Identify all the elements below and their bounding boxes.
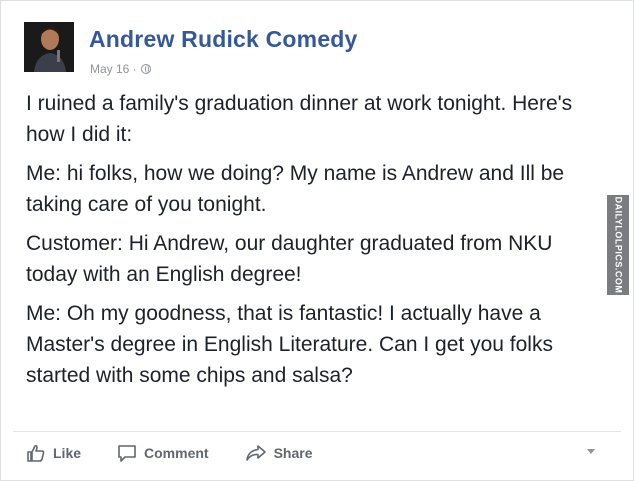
chevron-down-icon[interactable]: [587, 449, 595, 454]
post-meta: May 16 ·: [90, 62, 151, 76]
post-date[interactable]: May 16 ·: [90, 62, 137, 76]
watermark-text: DAILYLOLPICS.COM: [613, 196, 623, 294]
post-paragraph: Me: Oh my goodness, that is fantastic! I…: [26, 302, 553, 387]
action-bar: Like Comment Share: [26, 440, 606, 466]
watermark: DAILYLOLPICS.COM: [607, 195, 629, 295]
like-label: Like: [53, 445, 82, 461]
post-body: I ruined a family's graduation dinner at…: [26, 88, 606, 399]
share-label: Share: [273, 445, 313, 461]
avatar-photo: [24, 22, 74, 72]
share-button[interactable]: Share: [245, 444, 313, 462]
globe-icon: [140, 64, 151, 74]
comment-label: Comment: [144, 445, 209, 461]
post-paragraph: Customer: Hi Andrew, our daughter gradua…: [26, 232, 553, 286]
facebook-post: Andrew Rudick Comedy May 16 · I ruined a…: [0, 0, 634, 481]
divider: [13, 431, 621, 432]
thumbs-up-icon: [27, 444, 45, 462]
like-button[interactable]: Like: [26, 444, 81, 462]
post-header: Andrew Rudick Comedy May 16 ·: [24, 22, 584, 76]
post-paragraph: I ruined a family's graduation dinner at…: [26, 92, 573, 146]
post-paragraph: Me: hi folks, how we doing? My name is A…: [26, 162, 565, 216]
author-name[interactable]: Andrew Rudick Comedy: [89, 26, 358, 53]
comment-button[interactable]: Comment: [117, 444, 209, 462]
share-arrow-icon: [245, 445, 266, 461]
avatar[interactable]: [24, 22, 74, 72]
speech-bubble-icon: [118, 445, 136, 462]
